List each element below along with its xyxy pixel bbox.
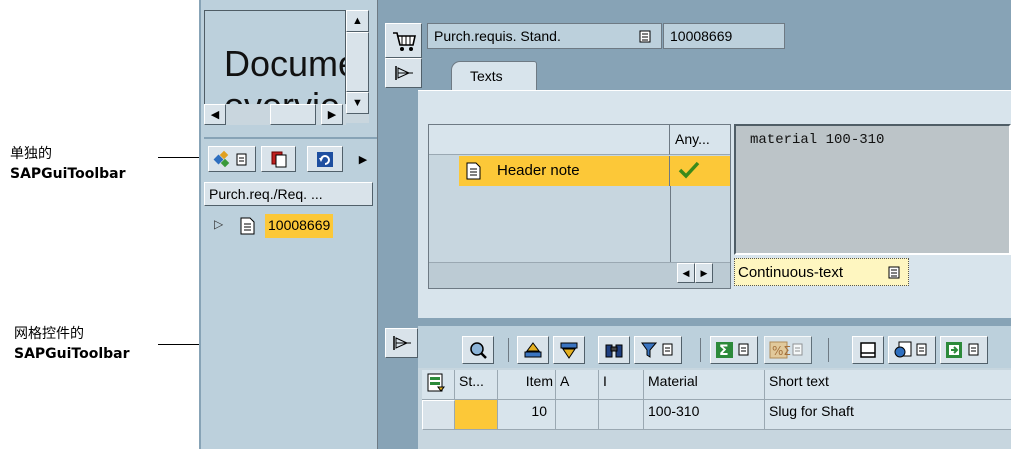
layout-menu-button[interactable]: [208, 146, 256, 172]
scroll-thumb[interactable]: [346, 32, 369, 92]
tree-item[interactable]: ▷ 10008669: [212, 214, 372, 238]
views-button[interactable]: [888, 336, 936, 364]
column-header-short-text[interactable]: Short text: [765, 370, 1011, 400]
short-text-cell[interactable]: Slug for Shaft: [765, 400, 1011, 430]
table-row-header-note[interactable]: Header note: [459, 156, 670, 186]
views-icon: [894, 341, 927, 358]
sort-descending-icon: [560, 342, 578, 359]
row-label: Header note: [497, 162, 580, 179]
horizontal-scrollbar[interactable]: ◀ ▶: [204, 104, 346, 125]
document-icon: [240, 217, 255, 235]
print-preview-icon: [860, 342, 876, 358]
copy-button[interactable]: [261, 146, 296, 172]
column-header-material[interactable]: Material: [644, 370, 765, 400]
toolbar-separator: [828, 338, 829, 362]
items-grid: St... Item A I Material Short text 10 10…: [418, 368, 1011, 449]
shopping-cart-button[interactable]: [385, 23, 422, 58]
column-header-a[interactable]: A: [556, 370, 599, 400]
text-editor[interactable]: material 100-310: [734, 124, 1011, 255]
format-label: Continuous-text: [738, 264, 844, 281]
scroll-left-arrow-icon[interactable]: ◀: [677, 263, 695, 283]
scroll-right-arrow-icon[interactable]: ▶: [321, 104, 343, 125]
document-number-field[interactable]: 10008669: [663, 23, 785, 49]
tab-label: Texts: [470, 68, 503, 84]
tree-item-label: 10008669: [265, 214, 334, 238]
collapse-icon: [392, 336, 411, 350]
document-type-value: Purch.requis. Stand.: [434, 28, 561, 44]
sort-descending-button[interactable]: [553, 336, 585, 364]
column-header-i[interactable]: I: [599, 370, 644, 400]
refresh-icon: [317, 152, 333, 167]
item-cell[interactable]: 10: [498, 400, 556, 430]
column-header-item[interactable]: Item: [498, 370, 556, 400]
table-header-any[interactable]: Any...: [670, 125, 730, 155]
table-header-blank: [429, 125, 670, 155]
row-selector[interactable]: [422, 400, 455, 430]
more-arrow-icon[interactable]: ▶: [356, 148, 370, 170]
sum-icon: Σ: [716, 342, 749, 359]
toolbar-separator: [700, 338, 701, 362]
scroll-down-arrow-icon[interactable]: ▼: [346, 92, 369, 114]
expand-arrow-icon[interactable]: ▷: [214, 217, 223, 231]
toolbar-separator: [508, 338, 509, 362]
row-selector[interactable]: [429, 156, 459, 186]
standalone-toolbar: ▶: [204, 137, 377, 180]
checkmark-cell: [670, 156, 730, 186]
layout-settings-icon: [427, 373, 445, 392]
sort-ascending-icon: [524, 342, 542, 358]
tree-column-header[interactable]: Purch.req./Req. ...: [204, 182, 373, 206]
subtotal-icon: %Σ: [769, 341, 803, 359]
magnifier-icon: [470, 342, 487, 359]
export-button[interactable]: [940, 336, 988, 364]
editor-text: material 100-310: [750, 132, 885, 148]
dropdown-list-icon[interactable]: [888, 266, 900, 279]
filter-icon: [641, 342, 673, 358]
scroll-right-arrow-icon[interactable]: ▶: [695, 263, 713, 283]
callout-text-1: 网格控件的: [14, 326, 84, 342]
sort-ascending-button[interactable]: [517, 336, 549, 364]
scroll-up-arrow-icon[interactable]: ▲: [346, 10, 369, 32]
column-header-label: Any...: [675, 131, 710, 147]
refresh-button[interactable]: [307, 146, 343, 172]
dropdown-list-icon[interactable]: [639, 30, 651, 43]
vertical-scrollbar[interactable]: ▲ ▼: [346, 10, 369, 123]
tab-texts[interactable]: Texts: [451, 61, 537, 91]
text-format-dropdown[interactable]: Continuous-text: [734, 258, 909, 286]
callout-text-1: 单独的: [10, 146, 52, 162]
details-button[interactable]: [462, 336, 494, 364]
shopping-cart-icon: [392, 31, 416, 51]
collapse-item-button[interactable]: [385, 328, 418, 358]
callout-text-2: SAPGuiToolbar: [14, 346, 130, 362]
callout-text-2: SAPGuiToolbar: [10, 166, 126, 182]
document-type-field[interactable]: Purch.requis. Stand.: [427, 23, 662, 49]
document-number-value: 10008669: [670, 28, 733, 44]
copy-icon: [271, 151, 286, 168]
select-all-layout[interactable]: [422, 370, 455, 400]
column-header-status[interactable]: St...: [455, 370, 498, 400]
scroll-thumb[interactable]: [270, 104, 316, 125]
callout-grid-toolbar: 网格控件的 SAPGuiToolbar: [14, 324, 130, 364]
material-cell[interactable]: 100-310: [644, 400, 765, 430]
layout-icon: [213, 150, 247, 168]
document-icon: [466, 162, 481, 180]
subtotal-button[interactable]: %Σ: [764, 336, 812, 364]
svg-text:Σ: Σ: [719, 343, 729, 359]
preview-title: Docume: [224, 43, 346, 84]
i-cell[interactable]: [599, 400, 644, 430]
binoculars-icon: [605, 344, 623, 358]
a-cell[interactable]: [556, 400, 599, 430]
export-icon: [946, 342, 979, 358]
total-button[interactable]: Σ: [710, 336, 758, 364]
collapse-header-button[interactable]: [385, 58, 422, 88]
filter-button[interactable]: [634, 336, 682, 364]
status-cell[interactable]: [455, 400, 498, 430]
find-button[interactable]: [598, 336, 630, 364]
collapse-icon: [394, 66, 413, 80]
svg-text:%Σ: %Σ: [772, 344, 791, 358]
checkmark-icon: [678, 161, 700, 179]
column-header-label: Purch.req./Req. ...: [209, 186, 323, 202]
scroll-left-arrow-icon[interactable]: ◀: [204, 104, 226, 125]
callout-standalone-toolbar: 单独的 SAPGuiToolbar: [10, 144, 126, 184]
print-preview-button[interactable]: [852, 336, 884, 364]
